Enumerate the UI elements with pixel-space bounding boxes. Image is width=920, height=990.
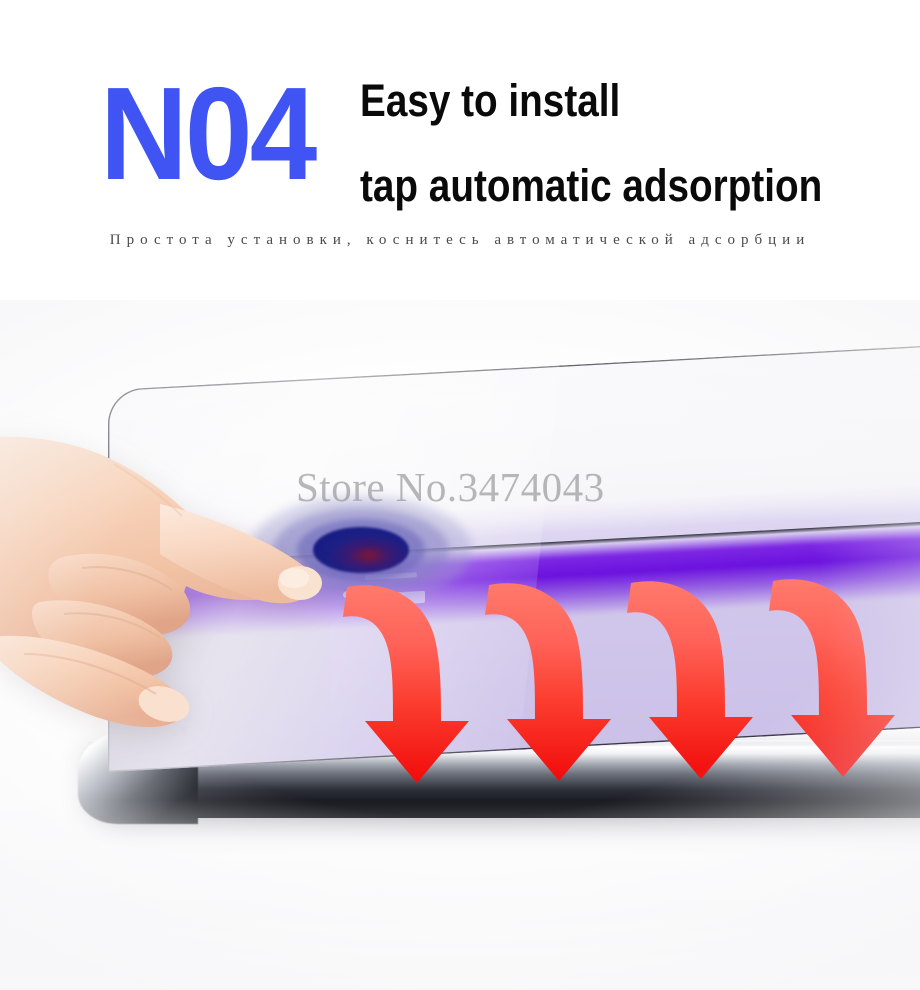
step-number-badge: N04 (100, 60, 317, 207)
headline-block: Easy to install tap automatic adsorption (360, 78, 900, 208)
bottom-fade-overlay (0, 800, 920, 990)
headline-line-1: Easy to install (360, 75, 621, 126)
headline-line-2: tap automatic adsorption (360, 160, 823, 211)
subtitle-russian: Простота установки, коснитесь автоматиче… (109, 232, 811, 248)
product-promo-page: N04 Easy to install tap automatic adsorp… (0, 0, 920, 990)
pointing-hand-icon (0, 408, 344, 738)
screen-ui-hint (381, 610, 412, 622)
product-photo-stage: Store No.3474043 (0, 300, 920, 990)
header-section: N04 Easy to install tap automatic adsorp… (0, 0, 920, 300)
